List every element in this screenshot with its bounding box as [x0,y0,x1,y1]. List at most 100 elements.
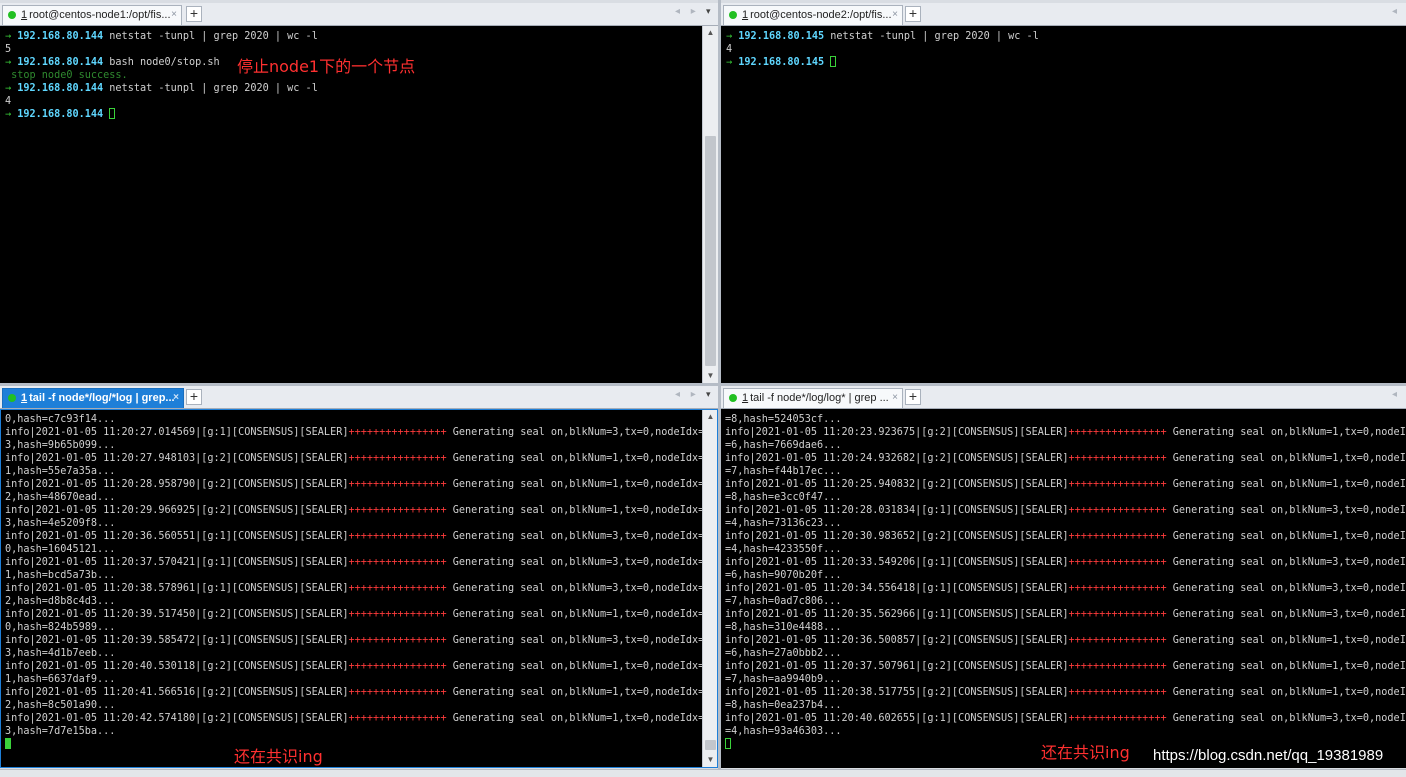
bottom-left-terminal[interactable]: 0,hash=c7c93f14... info|2021-01-05 11:20:… [0,409,718,768]
tab-menu-chevron-icon[interactable]: ▾ [706,389,711,400]
connected-status-icon [729,11,737,19]
terminal-text: stop node0 success. [5,70,128,81]
add-tab-button[interactable]: + [186,389,202,405]
terminal-text: info|2021-01-05 11:20:34.556418|[g:1][CO… [725,583,1069,594]
terminal-line: info|2021-01-05 11:20:28.958790|[g:2][CO… [5,478,702,491]
terminal-text: Generating seal on,blkNum=3,tx=0,nodeIdx… [446,531,702,542]
scroll-down-icon[interactable]: ▼ [703,753,717,767]
add-tab-button[interactable]: + [186,6,202,22]
terminal-text: ++++++++++++++++ [348,557,447,568]
prompt-arrow-icon: → [726,31,739,42]
terminal-text: bash node0/stop.sh [103,57,220,68]
annotation-still-consensus: 还在共识ing [1041,743,1130,762]
terminal-text: Generating seal on,blkNum=3,tx=0,nodeIdx… [446,427,702,438]
terminal-text: ++++++++++++++++ [1068,583,1167,594]
terminal-text: ++++++++++++++++ [348,687,447,698]
scroll-thumb[interactable] [705,740,716,750]
annotation-still-consensus: 还在共识ing [234,747,323,766]
terminal-text: ++++++++++++++++ [1068,661,1167,672]
terminal-line: info|2021-01-05 11:20:23.923675|[g:2][CO… [725,426,1406,439]
tab-node1-shell[interactable]: 1 root@centos-node1:/opt/fis... × [2,5,182,25]
terminal-line: info|2021-01-05 11:20:33.549206|[g:1][CO… [725,556,1406,569]
terminal-line: 2,hash=8c501a90... [5,699,702,712]
terminal-output: → 192.168.80.145 netstat -tunpl | grep 2… [726,30,1404,380]
bottom-left-tabbar: 1 tail -f node*/log/*log | grep... × + ◂ ▸… [0,386,718,409]
tab-scroll-arrows-icon[interactable]: ◂ ▸ [675,6,700,17]
terminal-text: =7,hash=0ad7c806... [725,596,842,607]
terminal-line: info|2021-01-05 11:20:38.578961|[g:1][CO… [5,582,702,595]
terminal-text: Generating seal on,blkNum=1,tx=0,nodeIdx… [446,661,702,672]
terminal-text: Generating seal on,blkNum=1,tx=0,nodeIdx… [446,713,702,724]
tab-menu-chevron-icon[interactable]: ▾ [706,6,711,17]
terminal-text: 2,hash=48670ead... [5,492,116,503]
terminal-line: info|2021-01-05 11:20:27.948103|[g:2][CO… [5,452,702,465]
terminal-text: =4,hash=73136c23... [725,518,842,529]
vertical-scrollbar[interactable]: ▲ ▼ [702,410,717,767]
terminal-text: ++++++++++++++++ [348,453,447,464]
terminal-text: =6,hash=27a0bbb2... [725,648,842,659]
terminal-text: Generating seal on,blkNum=1,tx=0,nodeIdx… [446,479,702,490]
tab-scroll-arrows-icon[interactable]: ◂ [1392,6,1401,17]
close-icon[interactable]: × [892,6,898,24]
prompt-arrow-icon: → [5,57,18,68]
terminal-text: =6,hash=9070b20f... [725,570,842,581]
terminal-line: 3,hash=9b65b099... [5,439,702,452]
horizontal-pane-divider[interactable] [0,383,1406,386]
terminal-line: =6,hash=9070b20f... [725,569,1406,582]
terminal-text: netstat -tunpl | grep 2020 | wc -l [103,31,318,42]
scroll-down-icon[interactable]: ▼ [703,369,718,383]
terminal-line: =8,hash=524053cf... [725,413,1406,426]
prompt-host: 192.168.80.145 [738,31,825,42]
terminal-text: 3,hash=7d7e15ba... [5,726,116,737]
prompt-host: 192.168.80.145 [738,57,825,68]
vertical-scrollbar[interactable]: ▲ ▼ [702,26,718,383]
terminal-text: ++++++++++++++++ [1068,635,1167,646]
add-tab-button[interactable]: + [905,6,921,22]
terminal-cursor [830,56,837,67]
prompt-arrow-icon: → [5,109,18,120]
terminal-text: 1,hash=6637daf9... [5,674,116,685]
terminal-text: info|2021-01-05 11:20:37.507961|[g:2][CO… [725,661,1069,672]
terminal-line: info|2021-01-05 11:20:28.031834|[g:1][CO… [725,504,1406,517]
terminal-line: info|2021-01-05 11:20:29.966925|[g:2][CO… [5,504,702,517]
terminal-line: 3,hash=4d1b7eeb... [5,647,702,660]
top-right-terminal[interactable]: → 192.168.80.145 netstat -tunpl | grep 2… [721,26,1406,383]
terminal-text: info|2021-01-05 11:20:39.517450|[g:2][CO… [5,609,349,620]
terminal-text: 0,hash=c7c93f14... [5,414,116,425]
tab-scroll-arrows-icon[interactable]: ◂ ▸ [675,389,700,400]
top-left-terminal[interactable]: → 192.168.80.144 netstat -tunpl | grep 2… [0,26,718,383]
terminal-text: Generating seal on,blkNum=1,tx=0,nodeIdx… [446,453,702,464]
close-icon[interactable]: × [173,389,179,407]
tab-title: tail -f node*/log/*log | grep... [29,392,175,404]
tab-node2-log-tail[interactable]: 1 tail -f node*/log/log* | grep ... × [723,388,903,408]
terminal-text: Generating seal on,blkNum=3,tx=0,nodeIdx… [446,583,702,594]
scroll-up-icon[interactable]: ▲ [703,26,718,40]
close-icon[interactable]: × [892,389,898,407]
close-icon[interactable]: × [171,6,177,24]
tab-scroll-arrows-icon[interactable]: ◂ [1392,389,1401,400]
scroll-up-icon[interactable]: ▲ [703,410,717,424]
scroll-thumb[interactable] [705,136,716,366]
add-tab-button[interactable]: + [905,389,921,405]
terminal-line: info|2021-01-05 11:20:25.940832|[g:2][CO… [725,478,1406,491]
terminal-text: ++++++++++++++++ [348,531,447,542]
terminal-text: Generating seal on,blkNum=1,tx=0,nodeId [1166,427,1406,438]
terminal-line: info|2021-01-05 11:20:39.517450|[g:2][CO… [5,608,702,621]
terminal-text: ++++++++++++++++ [348,505,447,516]
top-left-tabbar: 1 root@centos-node1:/opt/fis... × + ◂ ▸ ▾ [0,3,718,26]
terminal-text: info|2021-01-05 11:20:24.932682|[g:2][CO… [725,453,1069,464]
terminal-line: → 192.168.80.145 [726,56,1404,69]
tab-index: 1 [21,9,28,21]
terminal-output: 0,hash=c7c93f14... info|2021-01-05 11:20:… [5,413,702,765]
terminal-text: info|2021-01-05 11:20:27.014569|[g:1][CO… [5,427,349,438]
terminal-line: 3,hash=4e5209f8... [5,517,702,530]
terminal-line: info|2021-01-05 11:20:41.566516|[g:2][CO… [5,686,702,699]
terminal-text: info|2021-01-05 11:20:40.530118|[g:2][CO… [5,661,349,672]
bottom-right-terminal[interactable]: =8,hash=524053cf... info|2021-01-05 11:20… [721,409,1406,768]
terminal-text: Generating seal on,blkNum=1,tx=0,nodeId [1166,531,1406,542]
top-right-tabbar: 1 root@centos-node2:/opt/fis... × + ◂ [721,3,1406,26]
tab-node2-shell[interactable]: 1 root@centos-node2:/opt/fis... × [723,5,903,25]
terminal-text: info|2021-01-05 11:20:30.983652|[g:2][CO… [725,531,1069,542]
connected-status-icon [8,394,16,402]
tab-node1-log-tail[interactable]: 1 tail -f node*/log/*log | grep... × [2,388,184,408]
